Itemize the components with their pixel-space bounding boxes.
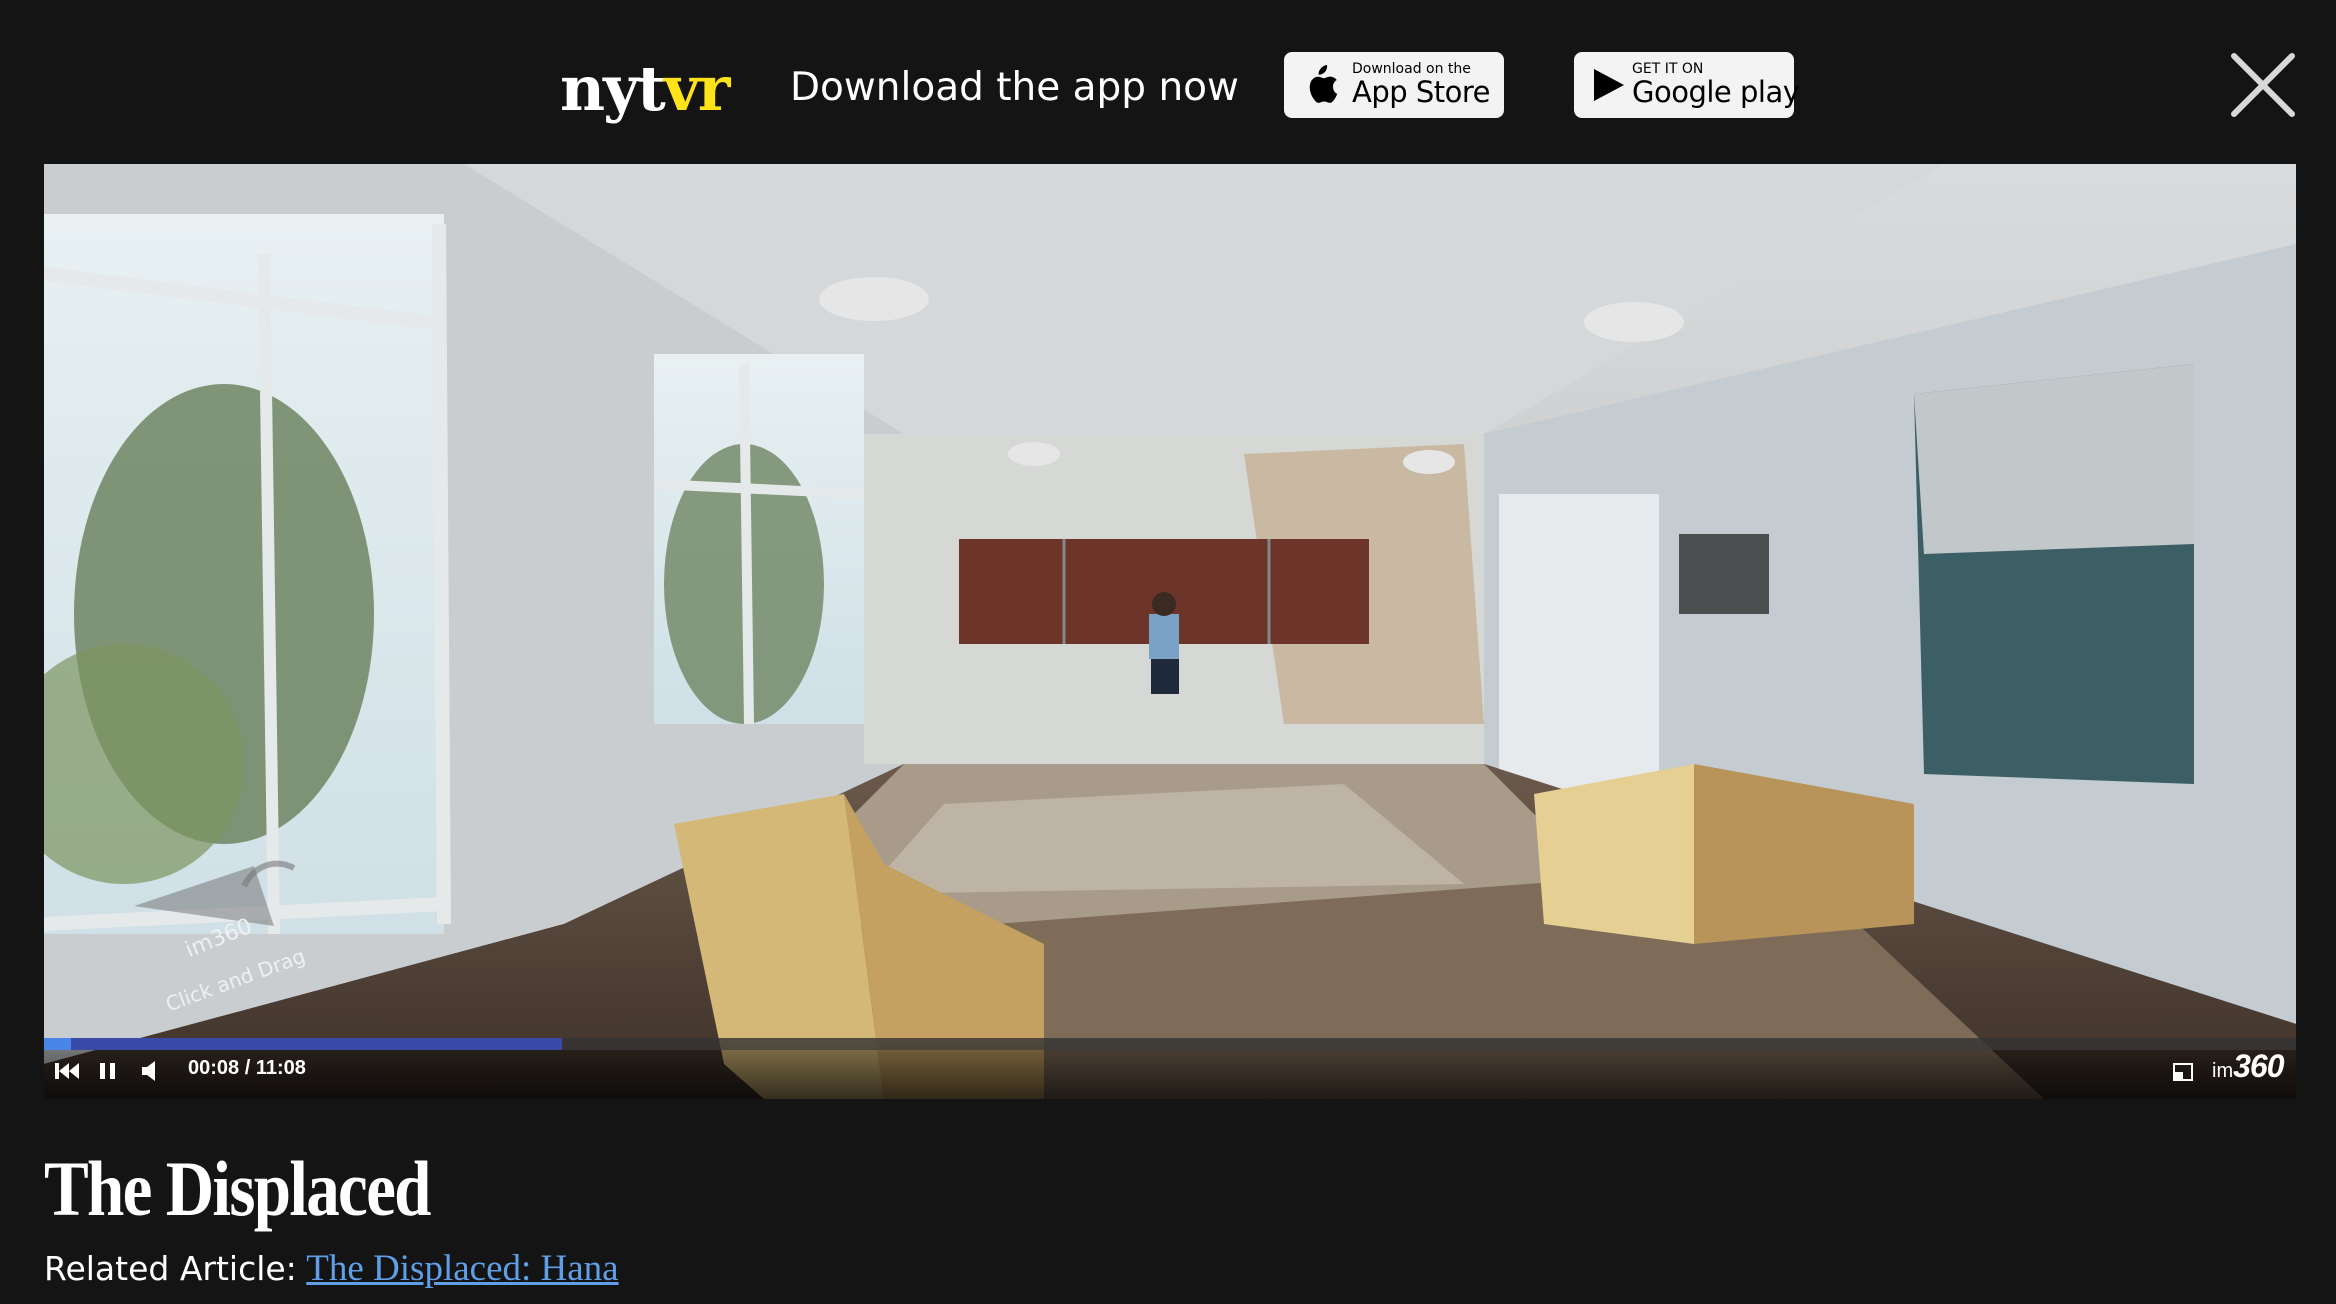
im360-brand[interactable]: im360	[2212, 1048, 2285, 1084]
im360-prefix: im	[2212, 1060, 2234, 1082]
progress-buffered	[44, 1038, 562, 1050]
volume-icon[interactable]	[138, 1054, 164, 1088]
time-total: 11:08	[255, 1057, 306, 1079]
app-store-big-text: App Store	[1352, 75, 1491, 109]
google-play-small-text: GET IT ON	[1632, 61, 1704, 77]
download-tagline: Download the app now	[790, 65, 1239, 110]
app-promo-banner: nytvr Download the app now Download on t…	[0, 0, 2336, 165]
apple-icon	[1309, 65, 1338, 103]
time-current: 00:08	[188, 1057, 240, 1079]
logo-nyt: nyt	[560, 52, 666, 125]
logo-vr: vr	[663, 52, 731, 125]
progress-played	[44, 1038, 72, 1050]
im360-number: 360	[2233, 1048, 2284, 1084]
click-and-drag-hint[interactable]: im360 Click and Drag	[104, 836, 344, 1016]
app-store-button[interactable]: Download on the App Store	[1284, 52, 1504, 118]
app-store-small-text: Download on the	[1352, 61, 1471, 77]
fullscreen-icon[interactable]	[2170, 1054, 2196, 1088]
pause-icon[interactable]	[96, 1054, 120, 1088]
play-triangle-icon	[1594, 69, 1624, 101]
time-separator: /	[244, 1057, 251, 1079]
google-play-button[interactable]: GET IT ON Google play	[1574, 52, 1800, 118]
progress-bar[interactable]	[44, 1038, 2296, 1050]
nytvr-logo[interactable]: nytvr	[560, 58, 730, 120]
page-title: The Displaced	[44, 1145, 431, 1232]
video-player[interactable]: im360 Click and Drag 00:08 / 11:08 im360	[44, 164, 2296, 1099]
related-label: Related Article:	[44, 1249, 297, 1288]
related-article: Related Article: The Displaced: Hana	[44, 1250, 619, 1287]
close-icon[interactable]	[2228, 50, 2298, 120]
skip-back-icon[interactable]	[52, 1054, 82, 1088]
video-frame-classroom[interactable]	[44, 164, 2296, 1099]
google-play-big-text: Google play	[1632, 75, 1800, 109]
time-display: 00:08 / 11:08	[188, 1057, 306, 1080]
related-article-link[interactable]: The Displaced: Hana	[306, 1248, 618, 1289]
